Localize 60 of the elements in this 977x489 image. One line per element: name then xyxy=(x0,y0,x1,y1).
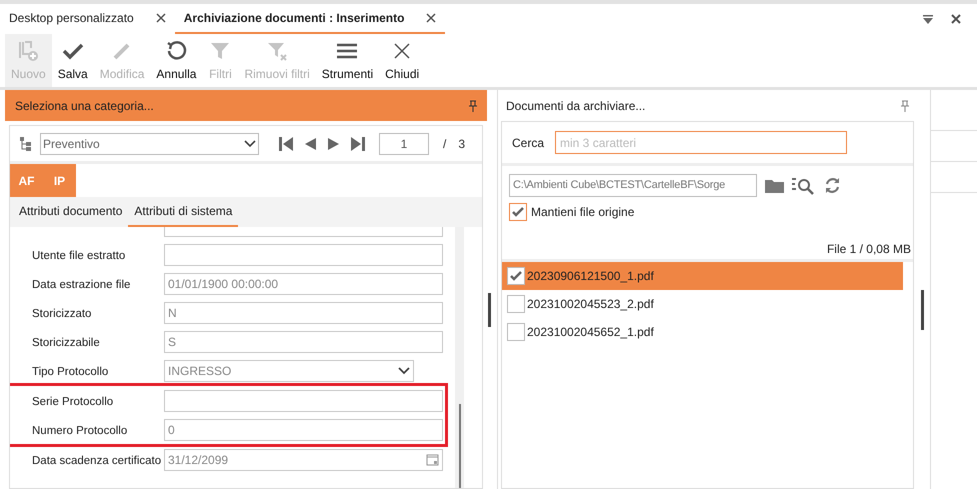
search-label: Cerca xyxy=(512,134,544,152)
dropdown-triangle-icon[interactable] xyxy=(923,14,933,24)
page-total: 3 xyxy=(458,136,466,152)
hierarchy-icon xyxy=(20,136,32,150)
toolbar-button[interactable]: Salva xyxy=(52,34,94,87)
pin-icon[interactable] xyxy=(901,100,909,112)
toolbar-button[interactable]: Chiudi xyxy=(379,34,426,87)
input-field[interactable]: 0 xyxy=(164,418,443,440)
folder-icon[interactable] xyxy=(765,178,784,193)
search-field[interactable]: min 3 caratteri xyxy=(555,131,848,154)
scrollbar[interactable] xyxy=(455,227,464,488)
calendar-icon xyxy=(426,453,439,466)
checkbox[interactable] xyxy=(509,203,527,221)
folder-path-field[interactable]: C:\Ambienti Cube\BCTEST\CartelleBF\Sorge xyxy=(509,174,757,197)
document-tab[interactable]: Archiviazione documenti : Inserimento xyxy=(174,4,446,34)
field-label: Storicizzabile xyxy=(32,336,100,348)
checkbox[interactable] xyxy=(507,267,525,285)
file-row[interactable]: 20231002045523_2.pdf xyxy=(502,290,903,318)
close-icon[interactable] xyxy=(156,13,166,23)
first-page-icon[interactable] xyxy=(279,136,293,150)
file-row[interactable]: 20231002045652_1.pdf xyxy=(502,318,903,346)
chevron-down-icon xyxy=(244,140,256,148)
field-label: Utente file estratto xyxy=(32,250,126,262)
field-label: Numero Protocollo xyxy=(32,424,128,436)
checkbox[interactable] xyxy=(507,323,525,341)
field-label: Tipo Protocollo xyxy=(32,366,108,378)
category-dropdown[interactable]: Preventivo xyxy=(40,132,259,154)
previous-icon[interactable] xyxy=(305,138,316,150)
input-field[interactable]: 01/01/1900 00:00:00 xyxy=(164,272,443,294)
next-icon[interactable] xyxy=(328,138,339,150)
dropdown-field[interactable]: INGRESSO xyxy=(164,360,414,382)
attribute-tab[interactable]: Attributi documento xyxy=(13,197,128,227)
input-field[interactable] xyxy=(164,244,443,266)
pin-icon[interactable] xyxy=(469,100,477,112)
document-tab[interactable]: Desktop personalizzato xyxy=(0,4,175,34)
date-field[interactable]: 31/12/2099 xyxy=(164,448,443,470)
page-field[interactable]: 1 xyxy=(379,132,429,154)
close-icon[interactable] xyxy=(426,13,436,23)
file-row[interactable]: 20230906121500_1.pdf xyxy=(502,262,903,290)
input-field[interactable]: N xyxy=(164,302,443,324)
field-label: Data estrazione file xyxy=(32,278,130,290)
toolbar-button[interactable]: Strumenti xyxy=(316,34,380,87)
file-summary: File 1 / 0,08 MB xyxy=(826,241,911,258)
chevron-down-icon xyxy=(398,366,410,374)
page-separator: / xyxy=(443,136,446,152)
panel-title: Seleziona una categoria... xyxy=(15,98,154,114)
field-label: Serie Protocollo xyxy=(32,396,114,408)
refresh-icon[interactable] xyxy=(824,177,841,194)
search-list-icon[interactable] xyxy=(792,176,816,194)
field-label: Storicizzato xyxy=(32,308,92,320)
checkbox[interactable] xyxy=(507,295,525,313)
close-icon[interactable] xyxy=(951,14,961,24)
panel-title: Documenti da archiviare... xyxy=(506,98,646,114)
toolbar-button[interactable]: Annulla xyxy=(150,34,202,87)
new-document-icon xyxy=(16,38,40,62)
checkbox-label: Mantieni file origine xyxy=(531,204,634,221)
field-label: Data scadenza certificato xyxy=(32,454,162,466)
input-field[interactable] xyxy=(164,390,443,412)
last-page-icon[interactable] xyxy=(351,136,365,150)
input-field[interactable]: S xyxy=(164,330,443,352)
